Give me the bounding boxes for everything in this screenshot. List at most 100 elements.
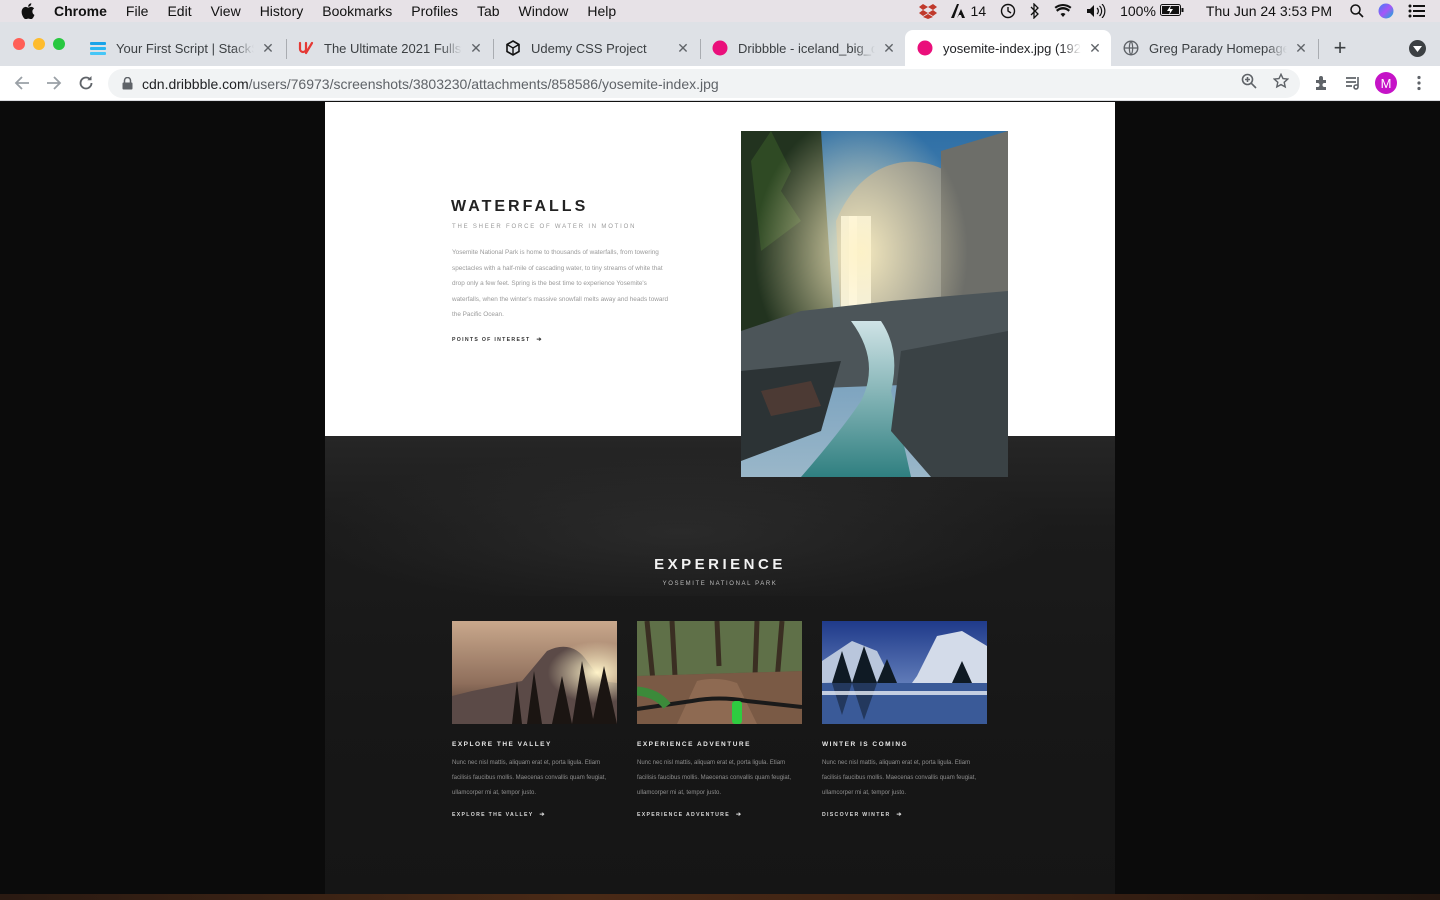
tab-yosemite-index[interactable]: yosemite-index.jpg (1920 ✕ (905, 30, 1111, 66)
tab-udemy-css-project[interactable]: Udemy CSS Project ✕ (493, 30, 699, 66)
menubar-status-area: 14 100% Thu Jun 24 3:53 PM (918, 0, 1440, 22)
tab-title: Dribbble - iceland_big_dribbble (738, 40, 875, 56)
lock-icon[interactable] (120, 77, 134, 91)
wifi-icon[interactable] (1054, 4, 1072, 18)
menu-window[interactable]: Window (519, 3, 569, 19)
tab-title: Udemy CSS Project (531, 40, 647, 56)
menubar-clock[interactable]: Thu Jun 24 3:53 PM (1206, 3, 1332, 19)
card-experience-adventure: EXPERIENCE ADVENTURE Nunc nec nisl matti… (637, 621, 802, 818)
card-winter-coming: WINTER IS COMING Nunc nec nisl mattis, a… (822, 621, 987, 818)
back-button[interactable] (12, 73, 32, 93)
adobe-icon[interactable]: 14 (950, 3, 986, 19)
waterfalls-title: WATERFALLS (451, 198, 589, 215)
browser-tab-strip: Your First Script | StackSkills ✕ The Ul… (0, 22, 1440, 66)
reload-button[interactable] (76, 73, 96, 93)
browser-toolbar: cdn.dribbble.com/users/76973/screenshots… (0, 66, 1440, 101)
card-link: EXPERIENCE ADVENTURE ➔ (637, 811, 802, 818)
yosemite-image: WATERFALLS THE SHEER FORCE OF WATER IN M… (325, 102, 1115, 900)
menu-history[interactable]: History (260, 3, 304, 19)
siri-icon[interactable] (1378, 3, 1394, 19)
card-body: Nunc nec nisl mattis, aliquam erat et, p… (822, 760, 977, 796)
url-host: cdn.dribbble.com (142, 75, 249, 92)
tab-separator (1318, 39, 1319, 59)
dribbble-icon (712, 40, 728, 56)
globe-icon (1123, 40, 1139, 56)
tab-title: Your First Script | StackSkills (116, 40, 254, 56)
zoom-icon[interactable] (1241, 73, 1257, 89)
arrow-right-icon: ➔ (539, 812, 546, 818)
udemy-icon (298, 40, 314, 56)
experience-subtitle: YOSEMITE NATIONAL PARK (662, 581, 778, 587)
spotlight-icon[interactable] (1350, 4, 1364, 18)
reading-list-icon[interactable] (1345, 74, 1363, 92)
profile-avatar[interactable]: M (1375, 72, 1397, 94)
tab-title: yosemite-index.jpg (1920 (943, 40, 1081, 56)
menu-tab[interactable]: Tab (477, 3, 500, 19)
volume-icon[interactable] (1086, 4, 1106, 18)
waterfalls-body: Yosemite National Park is home to thousa… (452, 249, 669, 319)
menu-file[interactable]: File (126, 3, 149, 19)
window-minimize-button[interactable] (33, 38, 45, 50)
menu-app-chrome[interactable]: Chrome (54, 3, 107, 19)
address-bar[interactable]: cdn.dribbble.com/users/76973/screenshots… (108, 69, 1300, 98)
close-icon[interactable]: ✕ (1087, 40, 1103, 56)
valley-photo (452, 621, 617, 724)
tab-search-button[interactable] (1409, 40, 1426, 57)
new-tab-button[interactable]: + (1330, 35, 1350, 60)
menu-profiles[interactable]: Profiles (411, 3, 458, 19)
close-icon[interactable]: ✕ (1293, 40, 1309, 56)
card-body: Nunc nec nisl mattis, aliquam erat et, p… (452, 760, 607, 796)
battery-icon (1159, 3, 1184, 19)
card-link: EXPLORE THE VALLEY ➔ (452, 811, 617, 818)
menu-edit[interactable]: Edit (167, 3, 191, 19)
waterfall-photo (741, 131, 1008, 477)
dropbox-icon[interactable] (918, 3, 937, 19)
menu-bookmarks[interactable]: Bookmarks (322, 3, 392, 19)
menu-view[interactable]: View (211, 3, 241, 19)
desktop-wallpaper-edge (0, 894, 1440, 900)
window-zoom-button[interactable] (53, 38, 65, 50)
card-explore-valley: EXPLORE THE VALLEY Nunc nec nisl mattis,… (452, 621, 617, 818)
time-machine-icon[interactable] (1000, 3, 1016, 19)
window-close-button[interactable] (13, 38, 25, 50)
arrow-right-icon: ➔ (536, 337, 543, 343)
tab-title: The Ultimate 2021 Fullstack (324, 40, 462, 56)
link-label: EXPERIENCE ADVENTURE (637, 812, 730, 818)
menu-help[interactable]: Help (587, 3, 616, 19)
url-text[interactable]: cdn.dribbble.com/users/76973/screenshots… (142, 76, 719, 92)
codesandbox-icon (505, 40, 521, 56)
bluetooth-icon[interactable] (1030, 3, 1040, 19)
card-link: DISCOVER WINTER ➔ (822, 811, 987, 818)
close-icon[interactable]: ✕ (260, 40, 276, 56)
arrow-right-icon: ➔ (735, 812, 743, 818)
card-body: Nunc nec nisl mattis, aliquam erat et, p… (637, 760, 792, 796)
tab-dribbble-iceland[interactable]: Dribbble - iceland_big_dribbble ✕ (700, 30, 905, 66)
stackskills-icon (90, 40, 106, 56)
card-title: WINTER IS COMING (822, 741, 909, 748)
tab-stackskills[interactable]: Your First Script | StackSkills ✕ (78, 30, 284, 66)
waterfalls-subtitle: THE SHEER FORCE OF WATER IN MOTION (452, 224, 637, 230)
chrome-menu-icon[interactable] (1410, 74, 1428, 92)
arrow-right-icon: ➔ (896, 812, 903, 818)
winter-photo (822, 621, 987, 724)
tab-greg-parady[interactable]: Greg Parady Homepage ✕ (1111, 30, 1317, 66)
card-title: EXPLORE THE VALLEY (452, 741, 552, 748)
tab-udemy-fullstack[interactable]: The Ultimate 2021 Fullstack ✕ (286, 30, 492, 66)
battery-percent: 100% (1120, 3, 1156, 19)
bookmark-star-icon[interactable] (1273, 73, 1289, 89)
forward-button[interactable] (44, 73, 64, 93)
link-label: DISCOVER WINTER (822, 812, 891, 818)
close-icon[interactable]: ✕ (468, 40, 484, 56)
page-viewport: WATERFALLS THE SHEER FORCE OF WATER IN M… (0, 102, 1440, 900)
dribbble-icon (917, 40, 933, 56)
adventure-photo (637, 621, 802, 724)
battery-status[interactable]: 100% (1120, 3, 1184, 19)
control-center-icon[interactable] (1408, 4, 1426, 18)
extensions-icon[interactable] (1313, 74, 1331, 92)
link-label: EXPLORE THE VALLEY (452, 812, 534, 818)
macos-menubar: Chrome File Edit View History Bookmarks … (0, 0, 1440, 22)
close-icon[interactable]: ✕ (675, 40, 691, 56)
close-icon[interactable]: ✕ (881, 40, 897, 56)
experience-title: EXPERIENCE (654, 556, 786, 573)
apple-icon[interactable] (20, 3, 36, 19)
